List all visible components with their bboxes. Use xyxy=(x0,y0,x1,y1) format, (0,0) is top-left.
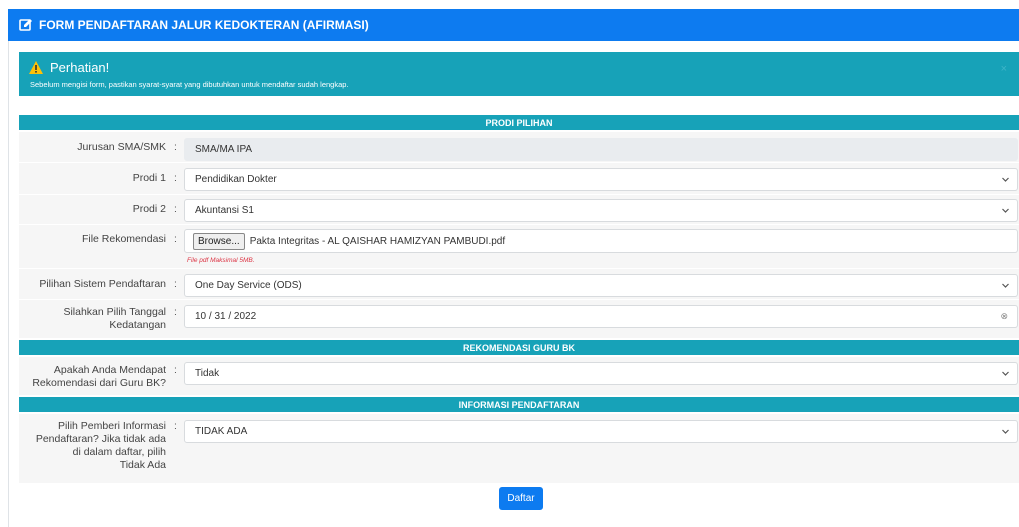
prodi1-label: Prodi 1 xyxy=(132,172,166,184)
chevron-down-icon xyxy=(1002,177,1009,182)
file-input[interactable]: Browse... Pakta Integritas - AL QAISHAR … xyxy=(184,229,1018,253)
informasi-value: TIDAK ADA xyxy=(195,426,248,437)
form-header: FORM PENDAFTARAN JALUR KEDOKTERAN (AFIRM… xyxy=(8,9,1019,41)
colon: : xyxy=(174,141,177,153)
prodi2-label: Prodi 2 xyxy=(132,203,166,215)
section-rekomendasi-guru-bk: REKOMENDASI GURU BK xyxy=(19,340,1019,355)
rekomendasi-select[interactable]: Tidak xyxy=(184,362,1018,385)
informasi-label-line4: Tidak Ada xyxy=(119,459,166,471)
sistem-label: Pilihan Sistem Pendaftaran xyxy=(39,278,166,290)
file-name: Pakta Integritas - AL QAISHAR HAMIZYAN P… xyxy=(249,235,506,247)
sistem-value: One Day Service (ODS) xyxy=(195,280,302,291)
informasi-label-line1: Pilih Pemberi Informasi xyxy=(58,420,166,432)
warning-icon xyxy=(29,61,43,74)
colon: : xyxy=(174,172,177,184)
tanggal-value: 10 / 31 / 2022 xyxy=(195,311,257,322)
section-prodi-pilihan: PRODI PILIHAN xyxy=(19,115,1019,130)
section-informasi-pendaftaran: INFORMASI PENDAFTARAN xyxy=(19,397,1019,412)
colon: : xyxy=(174,306,177,318)
chevron-down-icon xyxy=(1002,371,1009,376)
daftar-submit-button[interactable]: Daftar xyxy=(499,487,543,510)
colon: : xyxy=(174,420,177,432)
prodi2-select[interactable]: Akuntansi S1 xyxy=(184,199,1018,222)
informasi-select[interactable]: TIDAK ADA xyxy=(184,420,1018,443)
alert-title: Perhatian! xyxy=(50,60,110,75)
tanggal-label-line1: Silahkan Pilih Tanggal xyxy=(63,306,166,318)
sistem-select[interactable]: One Day Service (ODS) xyxy=(184,274,1018,297)
alert-text: Sebelum mengisi form, pastikan syarat-sy… xyxy=(30,80,349,89)
warning-alert: Perhatian! Sebelum mengisi form, pastika… xyxy=(19,52,1019,96)
colon: : xyxy=(174,364,177,376)
colon: : xyxy=(174,203,177,215)
row-jurusan: Jurusan SMA/SMK : SMA/MA IPA xyxy=(19,131,1019,162)
prodi1-select[interactable]: Pendidikan Dokter xyxy=(184,168,1018,191)
clear-date-icon[interactable]: ⊗ xyxy=(1000,311,1008,322)
row-sistem: Pilihan Sistem Pendaftaran : One Day Ser… xyxy=(19,268,1019,299)
row-prodi1: Prodi 1 : Pendidikan Dokter xyxy=(19,162,1019,194)
edit-icon xyxy=(19,18,33,32)
row-informasi: Pilih Pemberi Informasi Pendaftaran? Jik… xyxy=(19,413,1019,483)
row-prodi2: Prodi 2 : Akuntansi S1 xyxy=(19,194,1019,224)
prodi2-value: Akuntansi S1 xyxy=(195,205,254,216)
chevron-down-icon xyxy=(1002,208,1009,213)
jurusan-label: Jurusan SMA/SMK xyxy=(77,141,166,153)
rekomendasi-label-line1: Apakah Anda Mendapat xyxy=(53,364,166,376)
form-title: FORM PENDAFTARAN JALUR KEDOKTERAN (AFIRM… xyxy=(39,18,369,32)
chevron-down-icon xyxy=(1002,283,1009,288)
browse-button[interactable]: Browse... xyxy=(193,232,245,250)
rekomendasi-label: Apakah Anda Mendapat Rekomendasi dari Gu… xyxy=(19,364,166,390)
row-tanggal: Silahkan Pilih Tanggal Kedatangan : 10 /… xyxy=(19,299,1019,338)
colon: : xyxy=(174,233,177,245)
tanggal-label: Silahkan Pilih Tanggal Kedatangan xyxy=(19,306,166,332)
jurusan-value: SMA/MA IPA xyxy=(195,144,253,155)
informasi-label-line2: Pendaftaran? Jika tidak ada xyxy=(35,433,166,445)
tanggal-date-input[interactable]: 10 / 31 / 2022 ⊗ xyxy=(184,305,1018,328)
file-label: File Rekomendasi xyxy=(81,233,166,245)
rekomendasi-label-line2: Rekomendasi dari Guru BK? xyxy=(32,377,166,389)
rekomendasi-value: Tidak xyxy=(195,368,220,379)
close-icon[interactable]: × xyxy=(1001,63,1007,75)
file-hint: File pdf Maksimal 5MB. xyxy=(187,257,255,264)
colon: : xyxy=(174,278,177,290)
row-file: File Rekomendasi : Browse... Pakta Integ… xyxy=(19,224,1019,268)
prodi1-value: Pendidikan Dokter xyxy=(195,174,277,185)
jurusan-field: SMA/MA IPA xyxy=(184,138,1018,161)
chevron-down-icon xyxy=(1002,429,1009,434)
informasi-label-line3: di dalam daftar, pilih xyxy=(72,446,166,458)
tanggal-label-line2: Kedatangan xyxy=(109,319,166,331)
informasi-label: Pilih Pemberi Informasi Pendaftaran? Jik… xyxy=(19,420,166,472)
row-rekomendasi: Apakah Anda Mendapat Rekomendasi dari Gu… xyxy=(19,356,1019,395)
